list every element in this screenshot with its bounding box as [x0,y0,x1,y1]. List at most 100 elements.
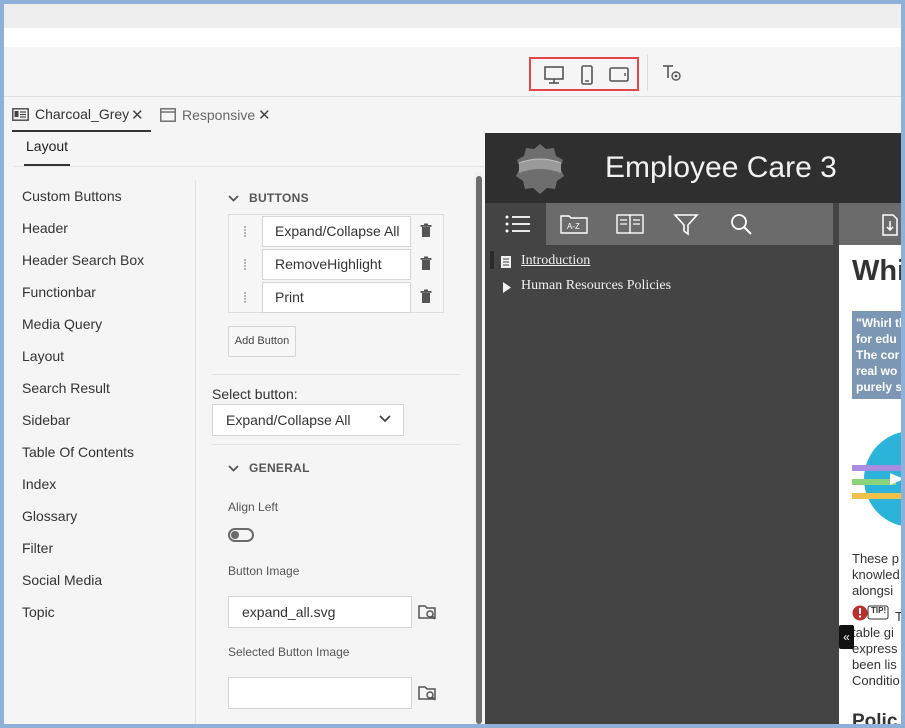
content-toolbar [839,203,901,245]
caret-right-icon[interactable] [503,282,511,293]
drag-handle-icon[interactable] [241,258,249,270]
align-left-toggle[interactable] [228,528,254,542]
select-button-dropdown[interactable]: Expand/Collapse All [212,404,404,436]
window-icon [160,108,176,122]
sidebar-item-header[interactable]: Header [22,220,68,236]
button-name-field[interactable]: Expand/Collapse All [262,216,411,247]
scrollbar[interactable] [476,176,482,724]
preview-title: Employee Care 3 [605,151,837,184]
toc-button[interactable] [490,203,546,245]
preview-toolbar [4,47,901,97]
sidebar-item-custom-buttons[interactable]: Custom Buttons [22,188,122,204]
mobile-icon[interactable] [576,65,598,85]
logo-icon [516,144,564,194]
quote-line: The cor [856,348,900,362]
close-icon[interactable]: ✕ [131,106,144,124]
quote-line: "Whirl th [856,316,901,330]
selected-button-image-field[interactable] [228,677,412,709]
list-item: Print [229,281,445,314]
trash-icon[interactable] [419,223,433,239]
tip-label: TIP! [871,606,887,615]
sidebar-item-layout[interactable]: Layout [22,348,64,364]
divider [14,166,484,167]
quote-line: real wo [856,364,898,378]
sidebar-item-index[interactable]: Index [22,476,56,492]
toc-item-introduction[interactable]: Introduction [521,253,590,269]
quote-line: purely s [856,380,901,394]
paragraph-line: T [895,609,901,624]
browse-folder-icon[interactable] [418,603,438,621]
button-image-field[interactable]: expand_all.svg [228,596,412,628]
list-item: RemoveHighlight [229,248,445,281]
drag-handle-icon[interactable] [241,291,249,303]
tab-layout[interactable]: Layout [24,138,71,166]
sidebar-item-table-of-contents[interactable]: Table Of Contents [22,444,134,460]
paragraph-line: express [852,641,898,656]
general-section-header[interactable]: GENERAL [228,461,310,475]
sidebar-item-glossary[interactable]: Glossary [22,508,77,524]
sidebar-item-topic[interactable]: Topic [22,604,55,620]
quote-box: "Whirl th for edu The cor real wo purely… [852,311,901,399]
trash-icon[interactable] [419,256,433,272]
content-subheading: Polic [852,711,898,724]
sidebar-item-social-media[interactable]: Social Media [22,572,102,588]
tab-responsive[interactable]: Responsive [160,98,270,132]
sidebar-item-sidebar[interactable]: Sidebar [22,412,70,428]
active-indicator [490,251,494,269]
search-button[interactable] [714,203,770,245]
button-image-label: Button Image [228,564,300,578]
button-name-field[interactable]: Print [262,282,411,313]
app-window: Charcoal_Grey ✕ Responsive ✕ Layout Cust… [4,4,901,724]
toggle-knob [231,531,239,539]
select-button-label: Select button: [212,386,298,402]
sidebar-item-functionbar[interactable]: Functionbar [22,284,96,300]
header-strip [4,28,901,47]
toc-item-human-resources-policies[interactable]: Human Resources Policies [521,278,671,294]
selected-value: Expand/Collapse All [226,412,351,428]
close-icon[interactable]: ✕ [258,106,271,124]
browse-folder-icon[interactable] [418,684,438,702]
buttons-section-header[interactable]: BUTTONS [228,191,309,205]
list-item: Expand/Collapse All [229,215,445,248]
paragraph-line: table gi [852,625,894,640]
preview-toolbar: A-Z [490,203,833,245]
chevron-down-icon [228,461,239,475]
selected-button-image-label: Selected Button Image [228,645,350,659]
paragraph-line: alongsi [852,583,894,598]
desktop-icon[interactable] [543,65,565,85]
filter-button[interactable] [658,203,714,245]
document-tabs: Charcoal_Grey ✕ Responsive ✕ [4,98,901,132]
button-name-field[interactable]: RemoveHighlight [262,249,411,280]
index-button[interactable]: A-Z [546,203,602,245]
tablet-icon[interactable] [608,65,630,85]
properties-panel: Layout Custom Buttons Header Header Sear… [4,132,484,724]
chevron-down-icon [228,191,239,205]
paragraph-line: been lis [852,657,897,672]
preview-toc: Introduction Human Resources Policies [490,245,833,724]
filter-icon [673,214,699,236]
collapse-sidebar-button[interactable]: « [839,625,854,649]
glossary-button[interactable] [602,203,658,245]
chevron-down-icon [379,415,391,423]
expand-all-icon[interactable] [881,214,899,236]
device-preview-group [529,57,639,91]
section-title: BUTTONS [249,191,309,205]
search-icon [731,214,752,235]
divider [212,374,460,375]
add-button[interactable]: Add Button [228,326,296,357]
tab-label: Charcoal_Grey [35,106,130,122]
list-icon [505,215,530,233]
paragraph-line: knowled [852,567,900,582]
sidebar-item-filter[interactable]: Filter [22,540,53,556]
toolbar-separator [647,55,648,91]
layout-icon [12,107,29,121]
sidebar-item-media-query[interactable]: Media Query [22,316,102,332]
trash-icon[interactable] [419,289,433,305]
text-style-icon[interactable] [659,61,683,85]
sidebar-item-header-search-box[interactable]: Header Search Box [22,252,144,268]
drag-handle-icon[interactable] [241,225,249,237]
svg-text:A-Z: A-Z [567,222,580,231]
divider [195,180,196,724]
section-title: GENERAL [249,461,310,475]
sidebar-item-search-result[interactable]: Search Result [22,380,110,396]
